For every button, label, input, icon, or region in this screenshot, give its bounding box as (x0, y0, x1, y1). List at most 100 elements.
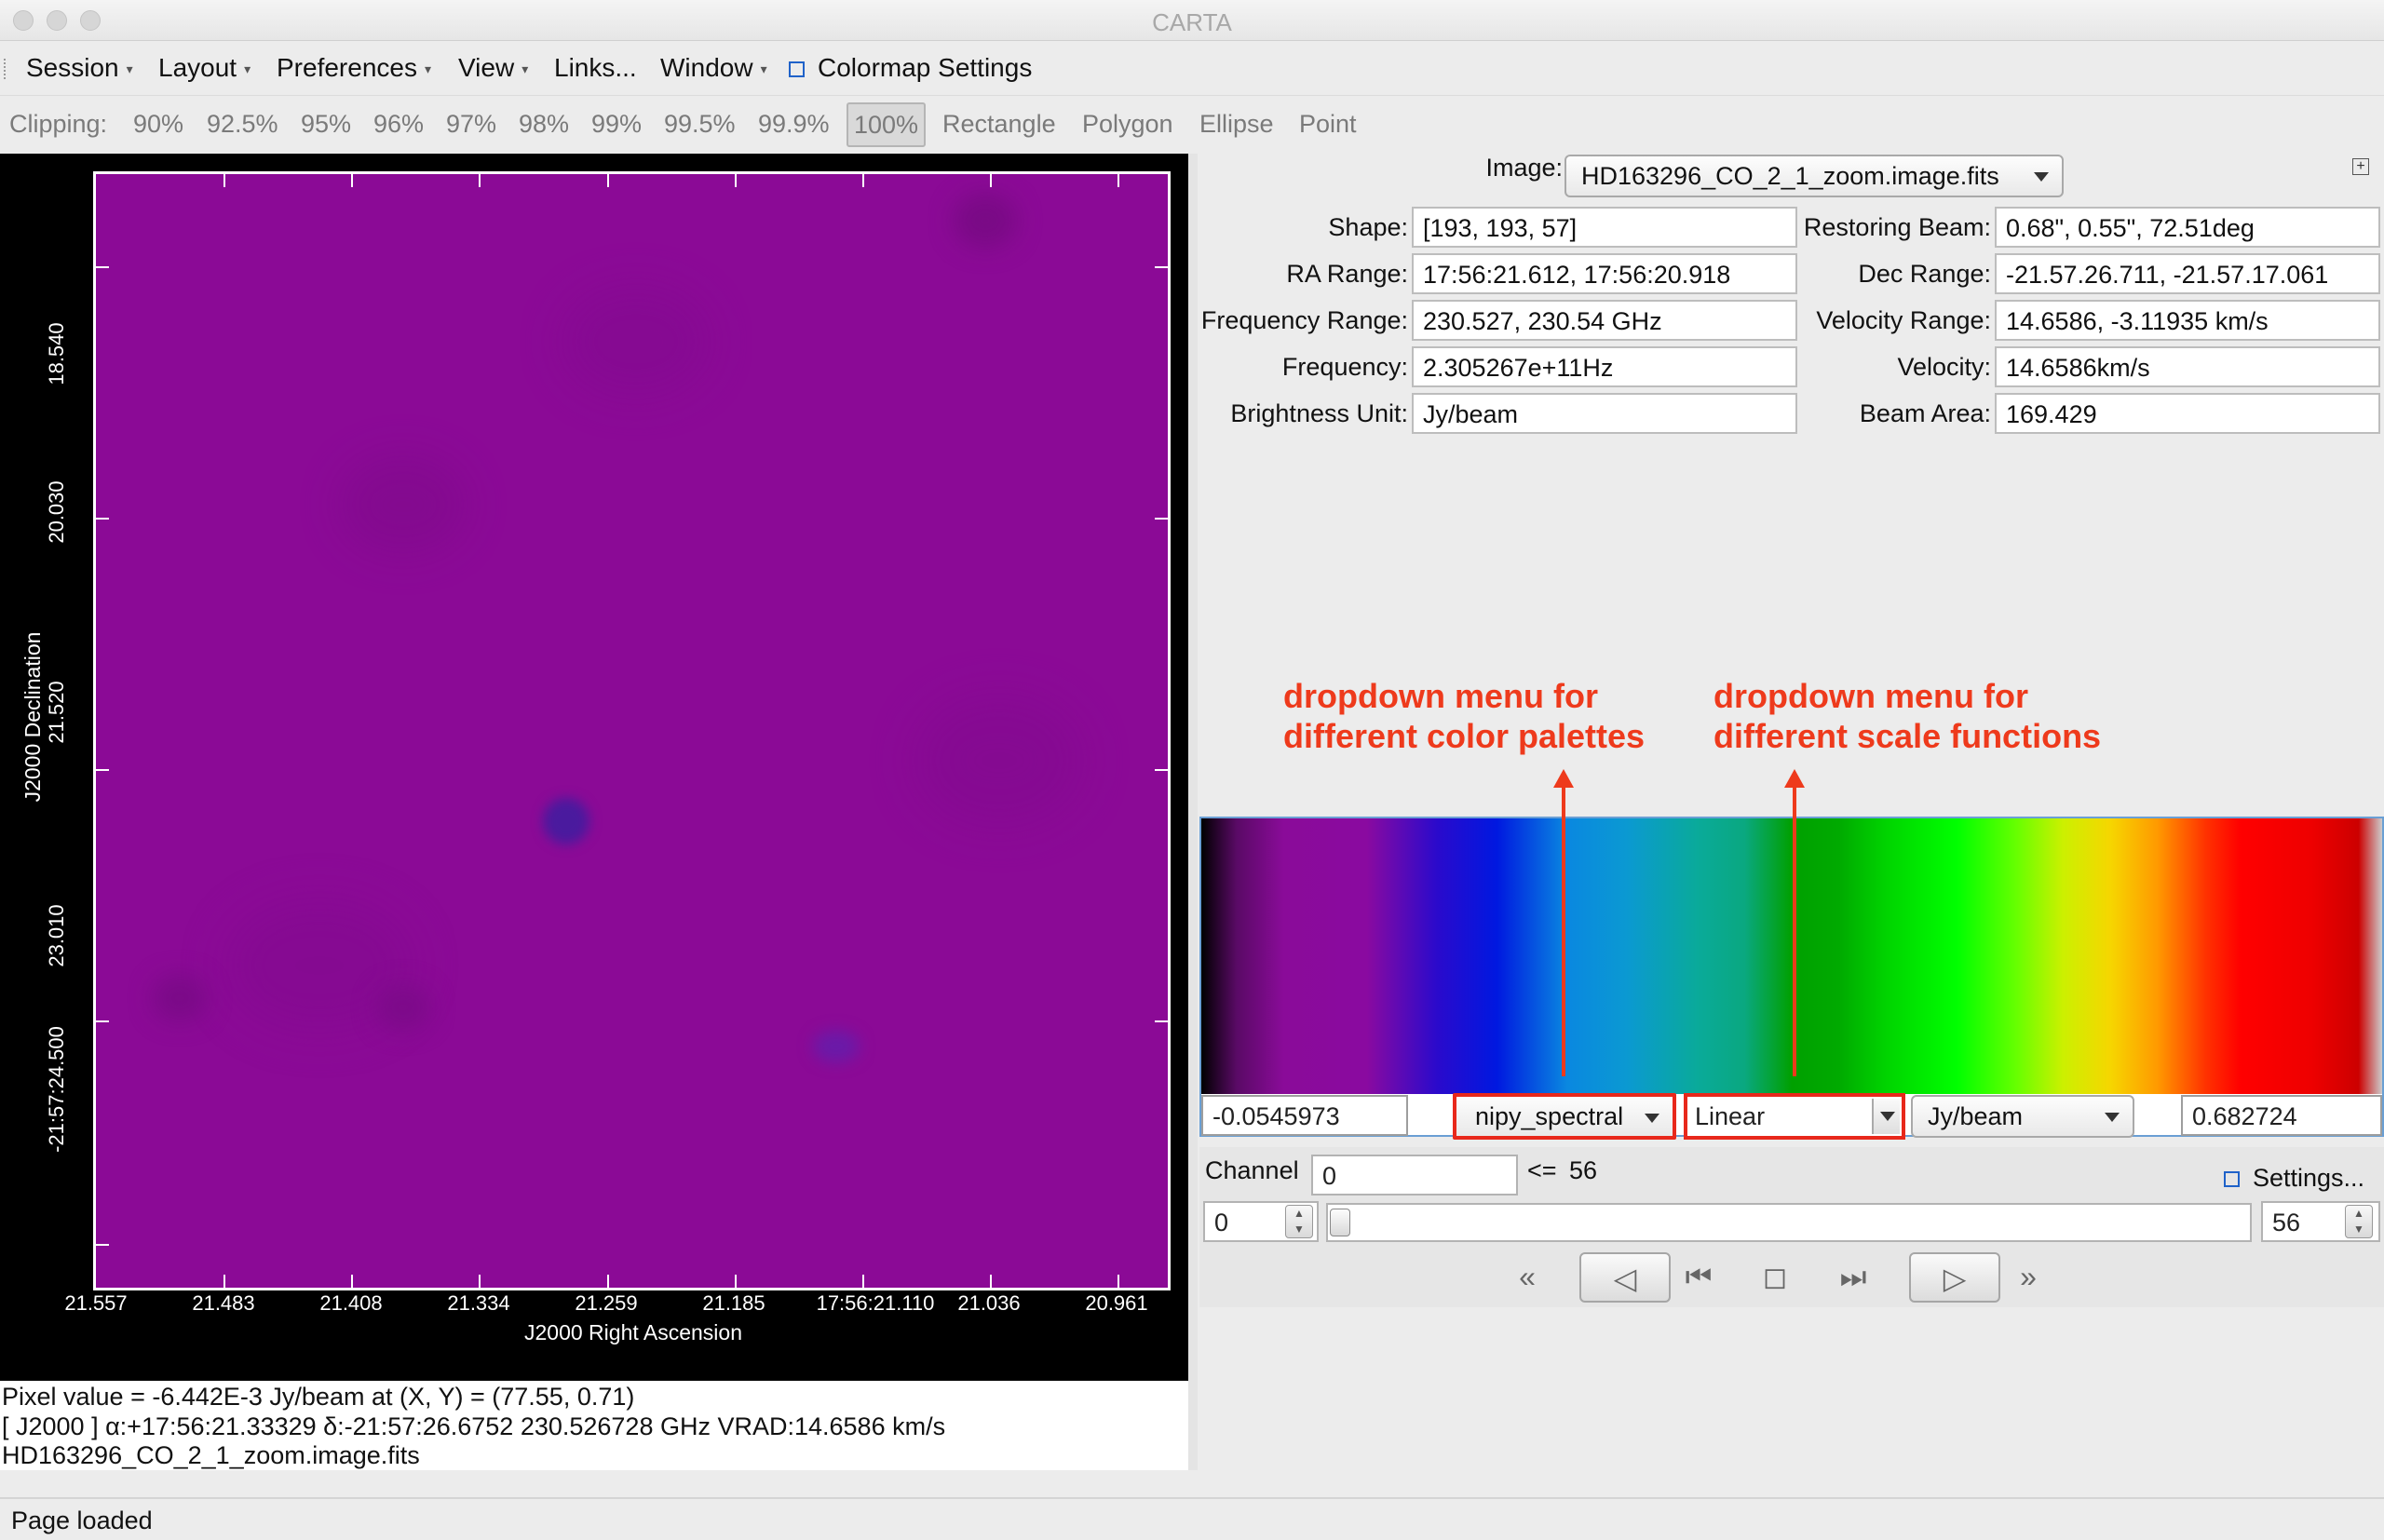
menu-layout-label: Layout (158, 53, 237, 82)
brightness-unit-field[interactable]: Jy/beam (1412, 393, 1797, 434)
expand-panel-icon[interactable]: + (2352, 158, 2369, 175)
x-tick-label: 21.334 (447, 1291, 510, 1315)
region-ellipse[interactable]: Ellipse (1199, 110, 1274, 139)
velocity-label: Velocity: (1897, 353, 1991, 381)
chevron-down-icon: ▾ (126, 61, 133, 77)
menu-layout[interactable]: Layout ▾ (158, 53, 251, 83)
menu-session[interactable]: Session ▾ (26, 53, 133, 83)
spinner-arrows-icon[interactable]: ▲ ▼ (2345, 1205, 2373, 1238)
file-name-line: HD163296_CO_2_1_zoom.image.fits (2, 1441, 420, 1469)
status-bar: Page loaded (0, 1497, 2384, 1540)
scale-select-value: Linear (1695, 1102, 1766, 1130)
unit-select[interactable]: Jy/beam (1911, 1095, 2134, 1138)
title-bar: CARTA (0, 0, 2384, 41)
frequency-field[interactable]: 2.305267e+11Hz (1412, 346, 1797, 387)
toolbar-grip-icon[interactable] (4, 59, 7, 79)
triangle-right-icon: ▷ (1943, 1262, 1967, 1295)
y-tick-label: 21.520 (45, 681, 68, 744)
image-label: Image: (1485, 154, 1563, 182)
colormap-gradient[interactable] (1201, 818, 2382, 1094)
palette-select-value: nipy_spectral (1475, 1102, 1624, 1130)
channel-slider-thumb[interactable] (1330, 1209, 1350, 1236)
clip-95[interactable]: 95% (301, 110, 351, 139)
menu-preferences[interactable]: Preferences ▾ (277, 53, 431, 83)
velocity-range-label: Velocity Range: (1816, 306, 1991, 334)
clip-99-5[interactable]: 99.5% (664, 110, 736, 139)
settings-label: Settings... (2253, 1164, 2365, 1192)
y-tick-label: 18.540 (45, 322, 68, 385)
menu-preferences-label: Preferences (277, 53, 417, 82)
image-select-value: HD163296_CO_2_1_zoom.image.fits (1581, 162, 1999, 190)
unit-select-value: Jy/beam (1928, 1102, 2024, 1130)
clipping-label: Clipping: (9, 110, 108, 138)
clip-90[interactable]: 90% (133, 110, 183, 139)
shape-label: Shape: (1328, 213, 1408, 241)
step-forward-button[interactable]: ▷ (1909, 1252, 2000, 1303)
clip-99[interactable]: 99% (591, 110, 642, 139)
brightness-unit-label: Brightness Unit: (1230, 399, 1408, 427)
velocity-field[interactable]: 14.6586km/s (1995, 346, 2380, 387)
scale-dropdown-button[interactable] (1872, 1099, 1900, 1134)
menu-view[interactable]: View ▾ (458, 53, 528, 83)
x-tick-label: 21.408 (319, 1291, 383, 1315)
clip-97[interactable]: 97% (446, 110, 496, 139)
pixel-value-line: Pixel value = -6.442E-3 Jy/beam at (X, Y… (2, 1383, 635, 1411)
fast-forward-icon[interactable]: » (2002, 1252, 2054, 1303)
menu-window[interactable]: Window ▾ (660, 53, 767, 83)
ra-range-field[interactable]: 17:56:21.612, 17:56:20.918 (1412, 253, 1797, 294)
menu-window-label: Window (660, 53, 753, 82)
menu-colormap-settings[interactable]: Colormap Settings (789, 53, 1032, 83)
step-back-button[interactable]: ◁ (1579, 1252, 1671, 1303)
annotation-arrow-head (1784, 769, 1805, 788)
annotation-arrow-head (1553, 769, 1574, 788)
end-frame-value: 56 (2272, 1209, 2301, 1236)
settings-toggle[interactable]: Settings... (2224, 1164, 2364, 1193)
image-canvas[interactable] (93, 171, 1171, 1290)
annotation-palette-line2: different color palettes (1283, 717, 1646, 755)
palette-select[interactable]: nipy_spectral (1453, 1093, 1676, 1140)
region-rectangle[interactable]: Rectangle (942, 110, 1056, 139)
image-select[interactable]: HD163296_CO_2_1_zoom.image.fits (1564, 155, 2064, 197)
restoring-beam-field[interactable]: 0.68", 0.55", 72.51deg (1995, 207, 2380, 248)
channel-input[interactable]: 0 (1311, 1155, 1518, 1196)
frequency-range-field[interactable]: 230.527, 230.54 GHz (1412, 300, 1797, 341)
channel-slider-track[interactable] (1326, 1203, 2252, 1242)
menu-view-label: View (458, 53, 515, 82)
menu-links[interactable]: Links... (554, 53, 637, 83)
stop-icon[interactable]: ◻ (1751, 1252, 1799, 1303)
x-tick-label: 17:56:21.110 (816, 1291, 935, 1315)
frequency-label: Frequency: (1281, 353, 1408, 381)
chevron-down-icon: ▾ (424, 61, 431, 77)
velocity-range-field[interactable]: 14.6586, -3.11935 km/s (1995, 300, 2380, 341)
colormap-min-input[interactable]: -0.0545973 (1201, 1095, 1408, 1136)
panel-splitter[interactable] (1188, 154, 1198, 1470)
beam-area-field[interactable]: 169.429 (1995, 393, 2380, 434)
rewind-icon[interactable]: « (1501, 1252, 1553, 1303)
dropdown-arrow-icon (2105, 1113, 2120, 1122)
menu-bar: Session ▾ Layout ▾ Preferences ▾ View ▾ Link… (0, 42, 2384, 96)
scale-select[interactable]: Linear (1684, 1093, 1905, 1140)
checkbox-icon (2224, 1171, 2240, 1187)
dropdown-arrow-icon (1880, 1112, 1895, 1121)
checkbox-icon (789, 61, 805, 77)
y-tick-label: -21:57:24.500 (45, 1026, 68, 1153)
clip-96[interactable]: 96% (373, 110, 424, 139)
spinner-arrows-icon[interactable]: ▲ ▼ (1285, 1205, 1313, 1238)
y-axis-title: J2000 Declination (20, 631, 45, 803)
x-tick-label: 21.185 (702, 1291, 765, 1315)
colormap-max-input[interactable]: 0.682724 (2181, 1095, 2382, 1136)
shape-field[interactable]: [193, 193, 57] (1412, 207, 1797, 248)
dec-range-field[interactable]: -21.57.26.711, -21.57.17.061 (1995, 253, 2380, 294)
clip-98[interactable]: 98% (519, 110, 569, 139)
skip-to-end-icon[interactable]: ⏭ (1829, 1252, 1877, 1303)
skip-to-start-icon[interactable]: ⏮ (1674, 1252, 1723, 1303)
clip-100-selected[interactable]: 100% (847, 102, 927, 147)
y-tick-label: 20.030 (45, 480, 68, 544)
region-point[interactable]: Point (1299, 110, 1357, 139)
clip-99-9[interactable]: 99.9% (758, 110, 830, 139)
region-polygon[interactable]: Polygon (1082, 110, 1173, 139)
annotation-scale-line1: dropdown menu for (1714, 677, 2028, 715)
clip-92-5[interactable]: 92.5% (207, 110, 278, 139)
x-tick-label: 20.961 (1085, 1291, 1148, 1315)
y-tick-label: 23.010 (45, 904, 68, 967)
